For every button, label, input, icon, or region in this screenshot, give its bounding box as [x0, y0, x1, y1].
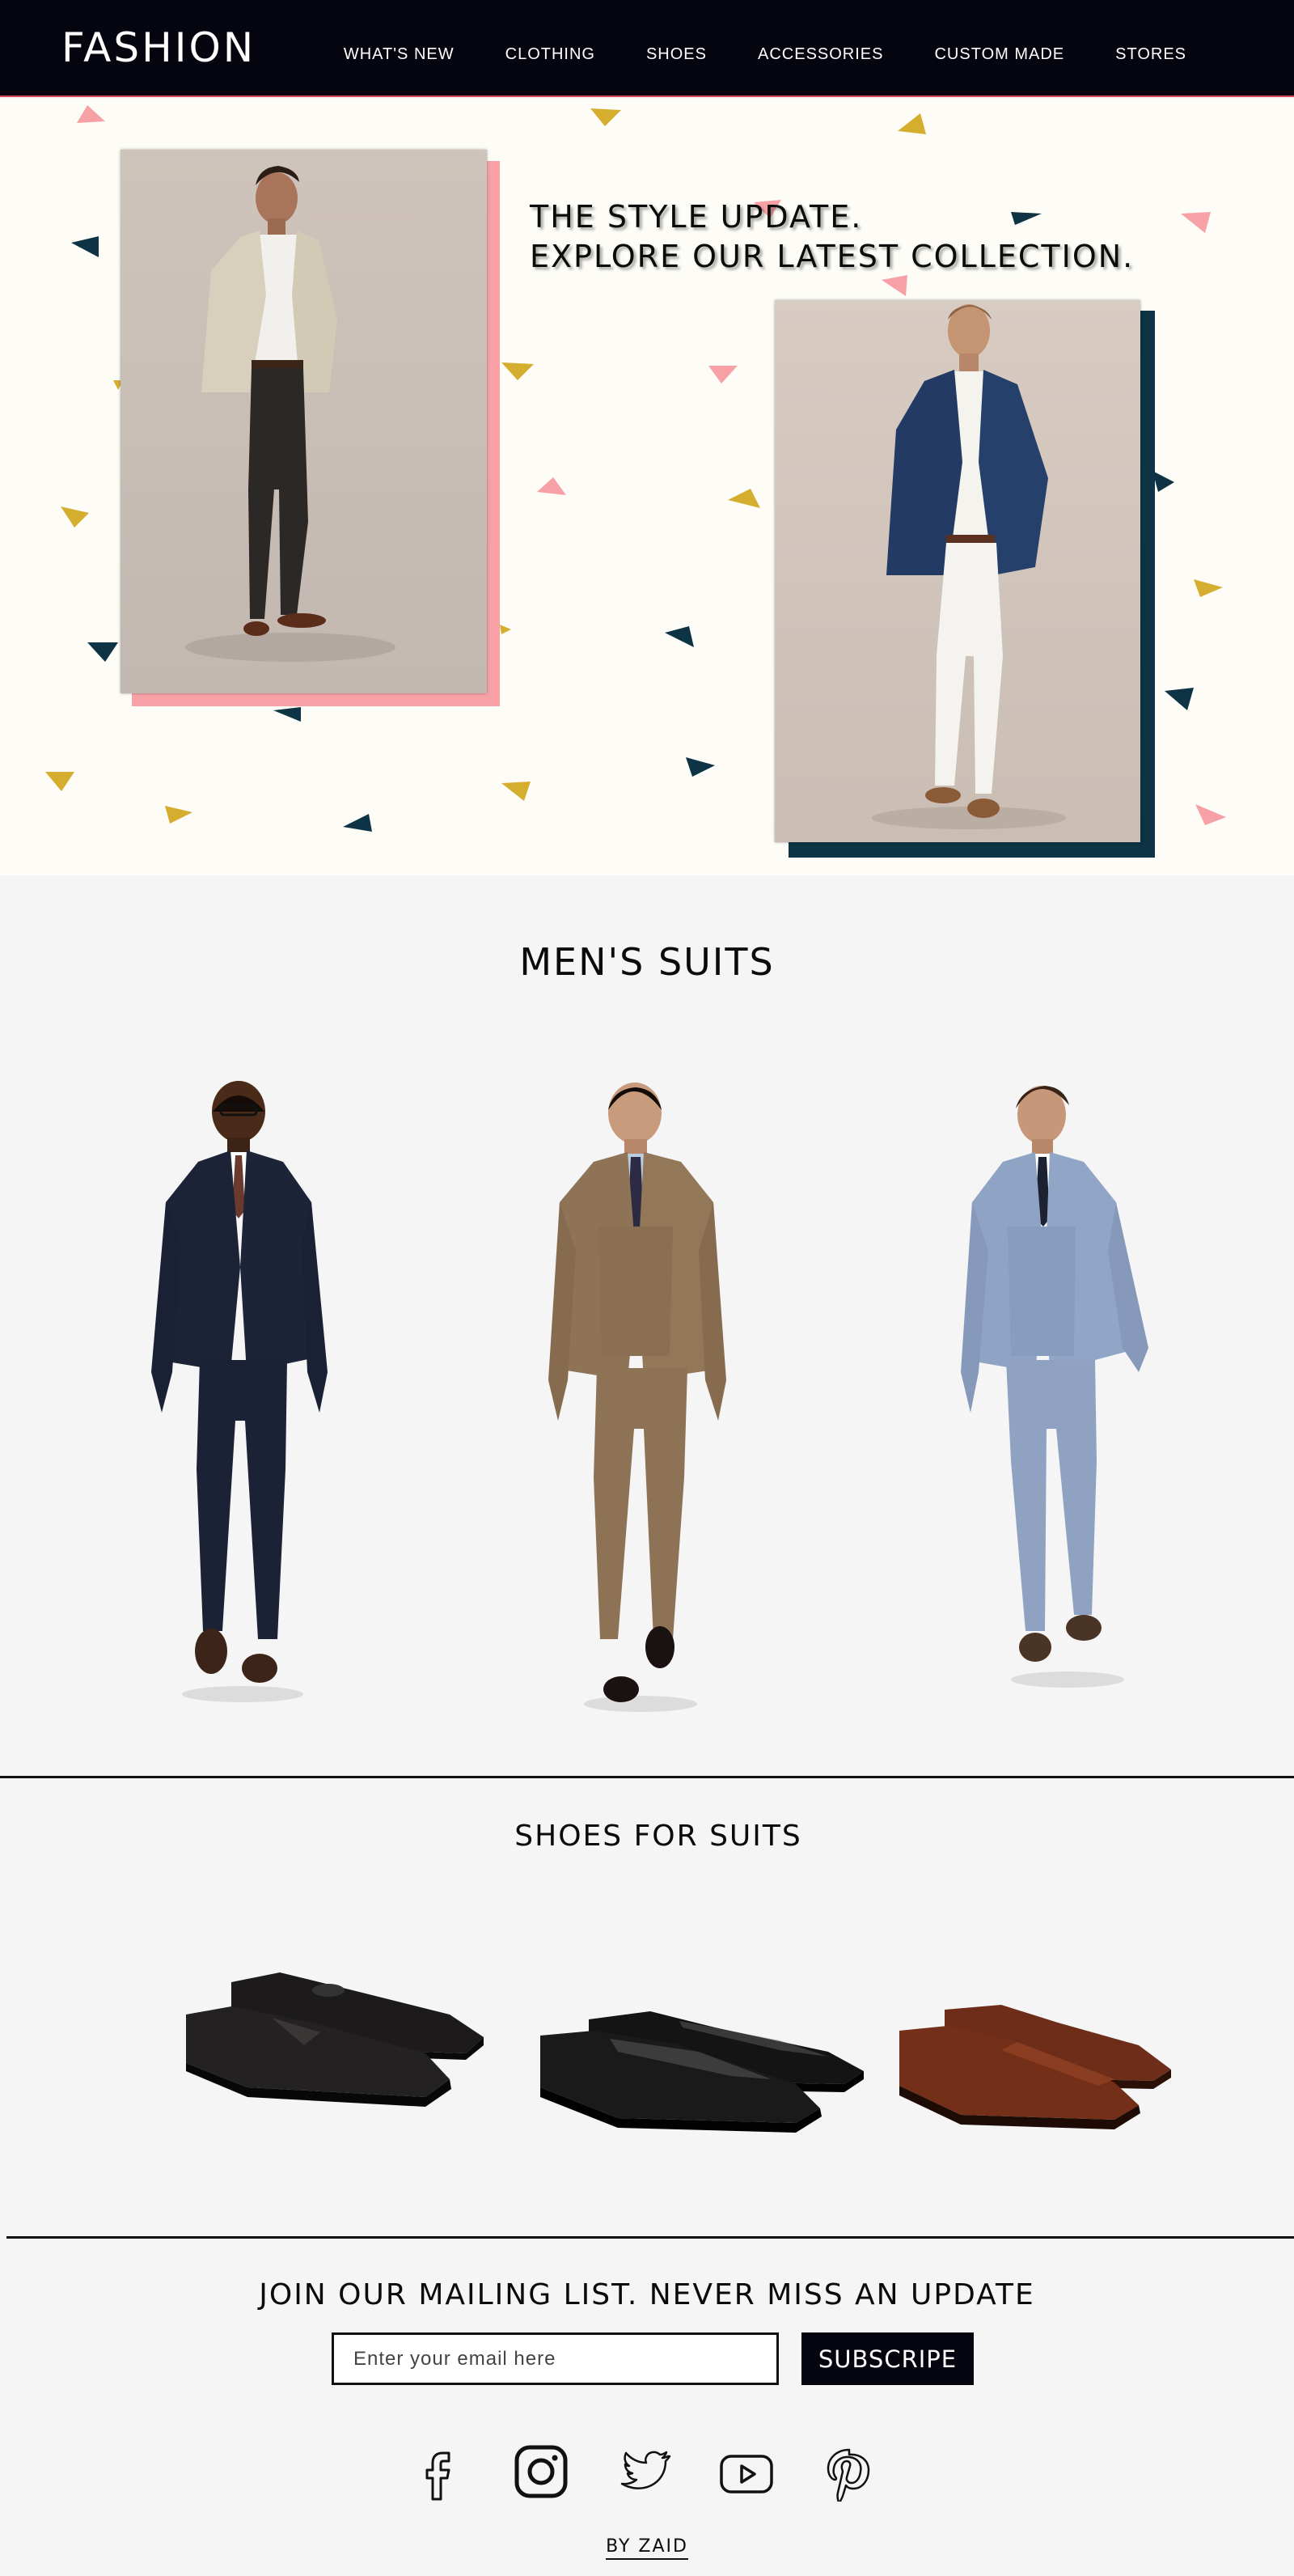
hero-headline-line-2: EXPLORE OUR LATEST COLLECTION. [530, 239, 1135, 274]
pinterest-glyph [827, 2448, 870, 2504]
email-input[interactable] [332, 2332, 779, 2385]
shoe-brown-oxford[interactable] [896, 2002, 1175, 2131]
footer-credit-link[interactable]: BY ZAID [606, 2536, 688, 2560]
twitter-glyph [620, 2451, 671, 2489]
mailing-list-title: JOIN OUR MAILING LIST. NEVER MISS AN UPD… [259, 2278, 1035, 2311]
confetti-triangle [1165, 688, 1194, 710]
hero-headline-line-1: THE STYLE UPDATE. [530, 199, 863, 235]
youtube-glyph [720, 2455, 773, 2493]
confetti-triangle [882, 275, 907, 296]
hero-photo-right[interactable] [775, 300, 1140, 842]
confetti-triangle [87, 642, 118, 662]
confetti-triangle [61, 506, 89, 527]
hero-photo-left[interactable] [121, 150, 487, 693]
suit-card-tan[interactable] [543, 1081, 746, 1720]
section-divider [6, 2236, 1294, 2239]
confetti-triangle [686, 757, 715, 777]
section-title-shoes: SHOES FOR SUITS [514, 1820, 802, 1853]
confetti-triangle [45, 772, 74, 791]
section-title-suits: MEN'S SUITS [519, 940, 775, 984]
suit-card-light-blue[interactable] [954, 1081, 1189, 1720]
confetti-triangle [1152, 471, 1174, 492]
shoe-black-oxford[interactable] [537, 2003, 869, 2133]
confetti-triangle [501, 782, 531, 801]
navy-suit-image [151, 1081, 328, 1702]
nav-whats-new[interactable]: WHAT'S NEW [344, 45, 455, 64]
confetti-triangle [537, 477, 566, 495]
confetti-triangle [77, 105, 105, 123]
confetti-triangle [1195, 804, 1226, 825]
hero-headline: THE STYLE UPDATE. EXPLORE OUR LATEST COL… [530, 197, 1134, 277]
confetti-triangle [1194, 579, 1223, 597]
confetti-triangle [71, 236, 99, 257]
confetti-triangle [1181, 212, 1211, 233]
confetti-triangle [728, 489, 760, 508]
nav-custom-made[interactable]: CUSTOM MADE [934, 45, 1064, 64]
brand-logo[interactable]: FASHION [61, 24, 256, 71]
black-oxford-image [540, 2011, 864, 2133]
confetti-triangle [501, 362, 534, 380]
black-brogue-image [186, 1972, 484, 2107]
brown-oxford-image [899, 2005, 1171, 2129]
confetti-triangle [708, 366, 738, 383]
tan-suit-image [548, 1083, 726, 1712]
youtube-icon[interactable] [718, 2445, 775, 2502]
pinterest-icon[interactable] [820, 2445, 877, 2504]
light-blue-suit-image [961, 1086, 1148, 1688]
confetti-triangle [500, 625, 511, 634]
model-navy-blazer-image [775, 300, 1140, 842]
section-divider [0, 1776, 1294, 1778]
top-navigation: FASHION WHAT'S NEW CLOTHING SHOES ACCESS… [0, 0, 1294, 97]
instagram-glyph [514, 2445, 568, 2498]
instagram-icon[interactable] [513, 2445, 569, 2502]
nav-accessories[interactable]: ACCESSORIES [758, 45, 883, 64]
subscribe-button[interactable]: SUBSCRIPE [801, 2332, 974, 2385]
footer-credit[interactable]: BY ZAID [0, 2536, 1294, 2560]
nav-shoes[interactable]: SHOES [646, 45, 707, 64]
nav-stores[interactable]: STORES [1115, 45, 1186, 64]
nav-clothing[interactable]: CLOTHING [505, 45, 595, 64]
model-beige-blazer-image [121, 150, 487, 693]
suit-card-navy[interactable] [142, 1081, 344, 1720]
confetti-triangle [665, 626, 694, 647]
confetti-triangle [273, 707, 301, 722]
twitter-icon[interactable] [616, 2445, 673, 2502]
facebook-glyph [425, 2451, 450, 2501]
facebook-icon[interactable] [410, 2445, 467, 2502]
hero-section: THE STYLE UPDATE. EXPLORE OUR LATEST COL… [0, 99, 1294, 875]
confetti-triangle [898, 113, 926, 134]
shoe-black-brogue[interactable] [183, 1958, 490, 2120]
confetti-triangle [590, 108, 621, 126]
main-menu: WHAT'S NEW CLOTHING SHOES ACCESSORIES CU… [293, 45, 1186, 64]
confetti-triangle [343, 814, 372, 832]
confetti-triangle [165, 806, 192, 824]
